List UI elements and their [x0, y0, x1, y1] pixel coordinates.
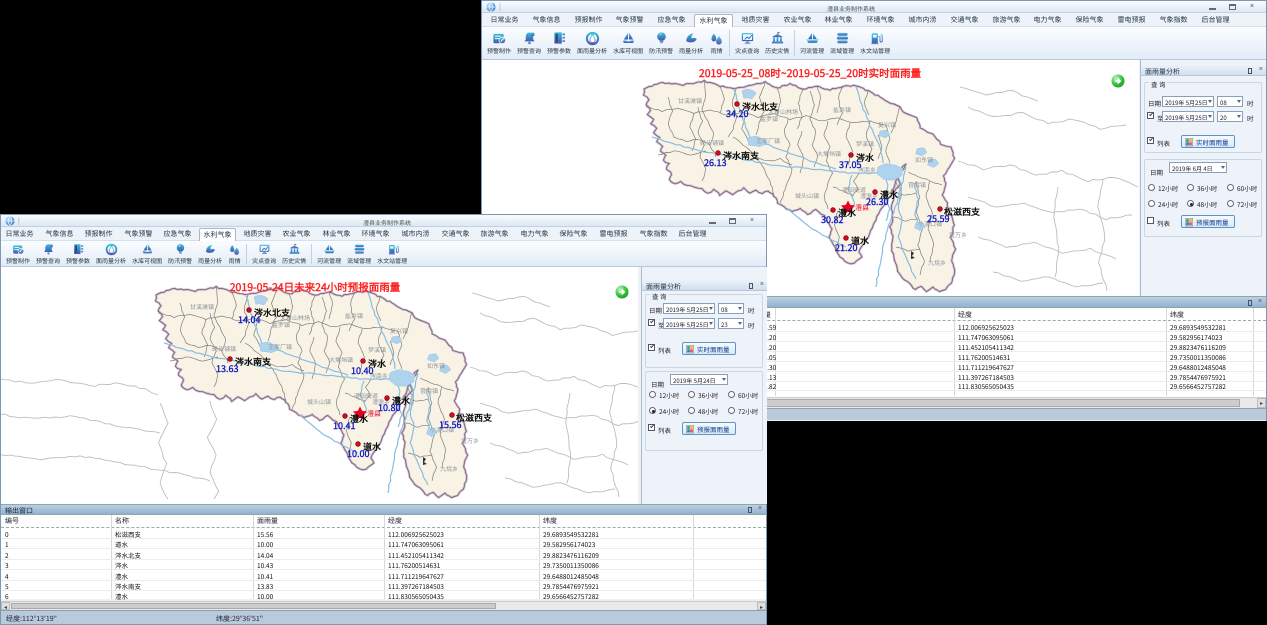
svg-text:21.20: 21.20 — [835, 241, 857, 254]
svg-text:10.80: 10.80 — [378, 401, 400, 414]
svg-text:15.56: 15.56 — [439, 418, 461, 431]
svg-text:2019-05-24日未来24小时预报面雨量: 2019-05-24日未来24小时预报面雨量 — [230, 280, 401, 295]
svg-text:26.13: 26.13 — [704, 156, 726, 169]
svg-text:34.20: 34.20 — [726, 107, 748, 120]
svg-text:10.00: 10.00 — [347, 447, 369, 460]
svg-text:30.82: 30.82 — [821, 213, 843, 226]
svg-text:14.04: 14.04 — [238, 313, 260, 326]
svg-text:13.63: 13.63 — [216, 362, 238, 375]
svg-text:10.40: 10.40 — [351, 364, 373, 377]
svg-text:25.59: 25.59 — [927, 212, 949, 225]
svg-text:37.05: 37.05 — [839, 158, 861, 171]
svg-text:26.30: 26.30 — [866, 195, 888, 208]
svg-text:10.41: 10.41 — [333, 419, 355, 432]
svg-text:2019-05-25_08时~2019-05-25_20时实: 2019-05-25_08时~2019-05-25_20时实时面雨量 — [699, 66, 922, 81]
